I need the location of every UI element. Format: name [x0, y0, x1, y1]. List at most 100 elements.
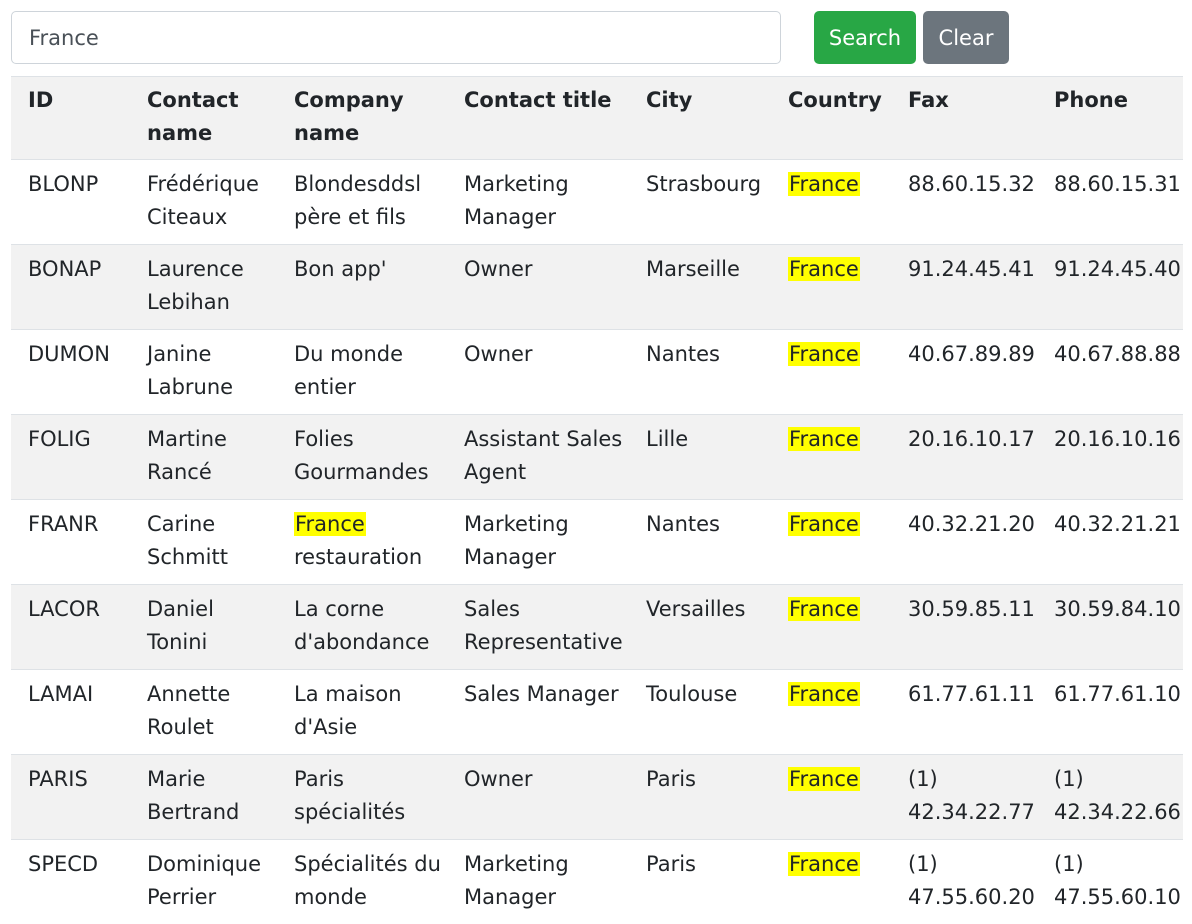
cell-phone: (1) 47.55.60.10 — [1037, 840, 1183, 924]
cell-contact-name: Marie Bertrand — [130, 755, 277, 840]
cell-id: LAMAI — [11, 670, 130, 755]
cell-contact-name: Carine Schmitt — [130, 500, 277, 585]
cell-fax: 20.16.10.17 — [891, 415, 1037, 500]
cell-city: Lille — [629, 415, 771, 500]
cell-country: France — [771, 330, 891, 415]
cell-city: Versailles — [629, 585, 771, 670]
cell-contact-title: Marketing Manager — [447, 840, 629, 924]
table-row[interactable]: DUMONJanine LabruneDu monde entierOwnerN… — [11, 330, 1183, 415]
cell-contact-name: Martine Rancé — [130, 415, 277, 500]
search-highlight: France — [294, 512, 366, 536]
cell-city: Paris — [629, 840, 771, 924]
cell-city: Paris — [629, 755, 771, 840]
cell-city: Nantes — [629, 500, 771, 585]
cell-company-name: Bon app' — [277, 245, 447, 330]
cell-country: France — [771, 585, 891, 670]
search-highlight: France — [788, 257, 860, 281]
cell-id: BLONP — [11, 160, 130, 245]
cell-company-name: Folies Gourmandes — [277, 415, 447, 500]
table-row[interactable]: FOLIGMartine RancéFolies GourmandesAssis… — [11, 415, 1183, 500]
cell-company-name: France restauration — [277, 500, 447, 585]
cell-fax: 61.77.61.11 — [891, 670, 1037, 755]
header-id[interactable]: ID — [11, 77, 130, 160]
cell-contact-title: Marketing Manager — [447, 500, 629, 585]
cell-company-name: Spécialités du monde — [277, 840, 447, 924]
table-row[interactable]: PARISMarie BertrandParis spécialitésOwne… — [11, 755, 1183, 840]
cell-fax: 40.67.89.89 — [891, 330, 1037, 415]
header-contact-name[interactable]: Contact name — [130, 77, 277, 160]
cell-company-name: Blondesddsl père et fils — [277, 160, 447, 245]
table-row[interactable]: LACORDaniel ToniniLa corne d'abondanceSa… — [11, 585, 1183, 670]
table-body: BLONPFrédérique CiteauxBlondesddsl père … — [11, 160, 1183, 924]
header-country[interactable]: Country — [771, 77, 891, 160]
cell-fax: (1) 47.55.60.20 — [891, 840, 1037, 924]
cell-city: Marseille — [629, 245, 771, 330]
cell-id: FRANR — [11, 500, 130, 585]
cell-contact-title: Owner — [447, 330, 629, 415]
cell-contact-name: Janine Labrune — [130, 330, 277, 415]
header-phone[interactable]: Phone — [1037, 77, 1183, 160]
cell-contact-title: Sales Manager — [447, 670, 629, 755]
search-highlight: France — [788, 767, 860, 791]
search-highlight: France — [788, 172, 860, 196]
cell-city: Strasbourg — [629, 160, 771, 245]
search-button[interactable]: Search — [814, 11, 916, 64]
cell-phone: 91.24.45.40 — [1037, 245, 1183, 330]
cell-phone: 88.60.15.31 — [1037, 160, 1183, 245]
cell-city: Toulouse — [629, 670, 771, 755]
cell-contact-name: Laurence Lebihan — [130, 245, 277, 330]
cell-contact-name: Daniel Tonini — [130, 585, 277, 670]
search-highlight: France — [788, 852, 860, 876]
cell-contact-title: Assistant Sales Agent — [447, 415, 629, 500]
table-row[interactable]: FRANRCarine SchmittFrance restaurationMa… — [11, 500, 1183, 585]
cell-contact-name: Annette Roulet — [130, 670, 277, 755]
cell-contact-name: Dominique Perrier — [130, 840, 277, 924]
cell-country: France — [771, 670, 891, 755]
cell-phone: 40.67.88.88 — [1037, 330, 1183, 415]
search-highlight: France — [788, 342, 860, 366]
cell-company-name: La corne d'abondance — [277, 585, 447, 670]
cell-fax: 88.60.15.32 — [891, 160, 1037, 245]
search-highlight: France — [788, 512, 860, 536]
results-table: ID Contact name Company name Contact tit… — [11, 76, 1183, 924]
search-bar: Search Clear — [11, 11, 1011, 64]
cell-id: DUMON — [11, 330, 130, 415]
cell-company-name: Du monde entier — [277, 330, 447, 415]
header-fax[interactable]: Fax — [891, 77, 1037, 160]
table-row[interactable]: LAMAIAnnette RouletLa maison d'AsieSales… — [11, 670, 1183, 755]
table-row[interactable]: SPECDDominique PerrierSpécialités du mon… — [11, 840, 1183, 924]
search-input[interactable] — [11, 11, 781, 64]
cell-phone: 30.59.84.10 — [1037, 585, 1183, 670]
clear-button[interactable]: Clear — [923, 11, 1009, 64]
table-header-row: ID Contact name Company name Contact tit… — [11, 77, 1183, 160]
cell-country: France — [771, 415, 891, 500]
cell-contact-title: Marketing Manager — [447, 160, 629, 245]
cell-fax: 30.59.85.11 — [891, 585, 1037, 670]
cell-country: France — [771, 755, 891, 840]
header-contact-title[interactable]: Contact title — [447, 77, 629, 160]
cell-country: France — [771, 500, 891, 585]
header-city[interactable]: City — [629, 77, 771, 160]
cell-id: PARIS — [11, 755, 130, 840]
search-highlight: France — [788, 597, 860, 621]
cell-city: Nantes — [629, 330, 771, 415]
cell-company-name: La maison d'Asie — [277, 670, 447, 755]
cell-id: SPECD — [11, 840, 130, 924]
cell-country: France — [771, 160, 891, 245]
header-company-name[interactable]: Company name — [277, 77, 447, 160]
cell-phone: 40.32.21.21 — [1037, 500, 1183, 585]
table-row[interactable]: BLONPFrédérique CiteauxBlondesddsl père … — [11, 160, 1183, 245]
table-row[interactable]: BONAPLaurence LebihanBon app'OwnerMarsei… — [11, 245, 1183, 330]
cell-company-name: Paris spécialités — [277, 755, 447, 840]
cell-id: FOLIG — [11, 415, 130, 500]
cell-contact-title: Owner — [447, 755, 629, 840]
cell-phone: (1) 42.34.22.66 — [1037, 755, 1183, 840]
cell-fax: 91.24.45.41 — [891, 245, 1037, 330]
cell-phone: 61.77.61.10 — [1037, 670, 1183, 755]
cell-fax: (1) 42.34.22.77 — [891, 755, 1037, 840]
cell-contact-title: Owner — [447, 245, 629, 330]
cell-country: France — [771, 245, 891, 330]
cell-id: BONAP — [11, 245, 130, 330]
cell-contact-title: Sales Representative — [447, 585, 629, 670]
cell-contact-name: Frédérique Citeaux — [130, 160, 277, 245]
